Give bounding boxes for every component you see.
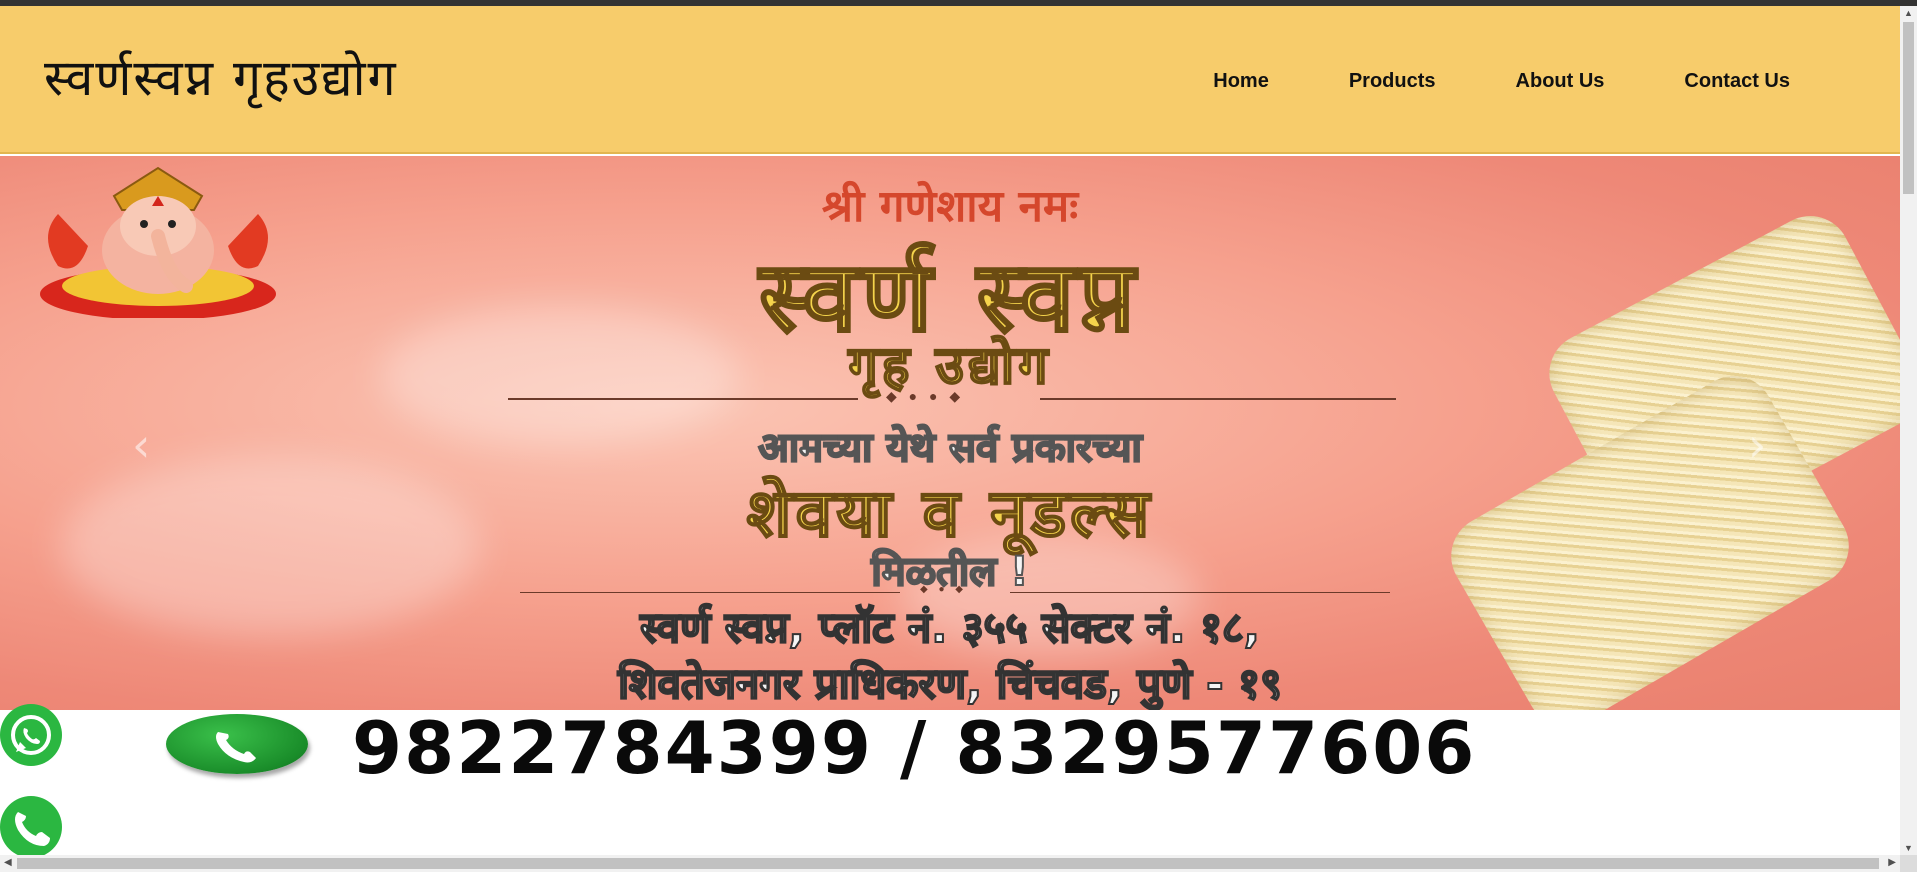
scroll-left-arrow[interactable]: ◀ [4,857,12,868]
vertical-scroll-thumb[interactable] [1903,22,1914,194]
scrollbar-corner [1900,855,1917,872]
phone-strip: 9822784399 / 8329577606 [0,706,1900,790]
phone-icon [15,812,50,846]
scroll-down-arrow[interactable]: ▼ [1904,843,1913,853]
nav-about-us[interactable]: About Us [1516,70,1605,93]
main-nav: Home Products About Us Contact Us [1133,70,1790,93]
phone-icon [166,714,308,774]
vertical-scrollbar[interactable]: ▲ ▼ [1900,6,1917,855]
divider-line [1010,592,1390,593]
whatsapp-button[interactable] [0,704,62,766]
hero-carousel-slide: श्री गणेशाय नमः स्वर्ण स्वप्न गृह उद्योग… [0,156,1900,710]
nav-products[interactable]: Products [1349,70,1436,93]
nav-contact-us[interactable]: Contact Us [1684,70,1790,93]
call-button[interactable] [0,796,62,858]
carousel-prev-arrow[interactable]: ‹ [132,418,150,472]
scroll-up-arrow[interactable]: ▲ [1904,8,1913,18]
divider-line [508,398,858,400]
site-header: स्वर्णस्वप्न गृहउद्योग Home Products Abo… [0,6,1900,154]
site-brand-logo[interactable]: स्वर्णस्वप्न गृहउद्योग [44,42,398,110]
scroll-right-arrow[interactable]: ▶ [1888,857,1896,868]
divider-line [1040,398,1396,400]
horizontal-scroll-thumb[interactable] [17,858,1879,869]
divider-ornament: ◆ ● ◆ [920,584,967,595]
phone-numbers: 9822784399 / 8329577606 [352,706,1477,790]
divider-line [520,592,900,593]
horizontal-scrollbar[interactable]: ◀ ▶ [0,855,1900,872]
whatsapp-icon [11,715,51,755]
nav-home[interactable]: Home [1213,70,1269,93]
divider-ornament: ◆ ● ● ◆ [886,388,965,404]
banner-invocation: श्री गणेशाय नमः [821,181,1079,232]
carousel-next-arrow[interactable]: › [1748,418,1766,472]
